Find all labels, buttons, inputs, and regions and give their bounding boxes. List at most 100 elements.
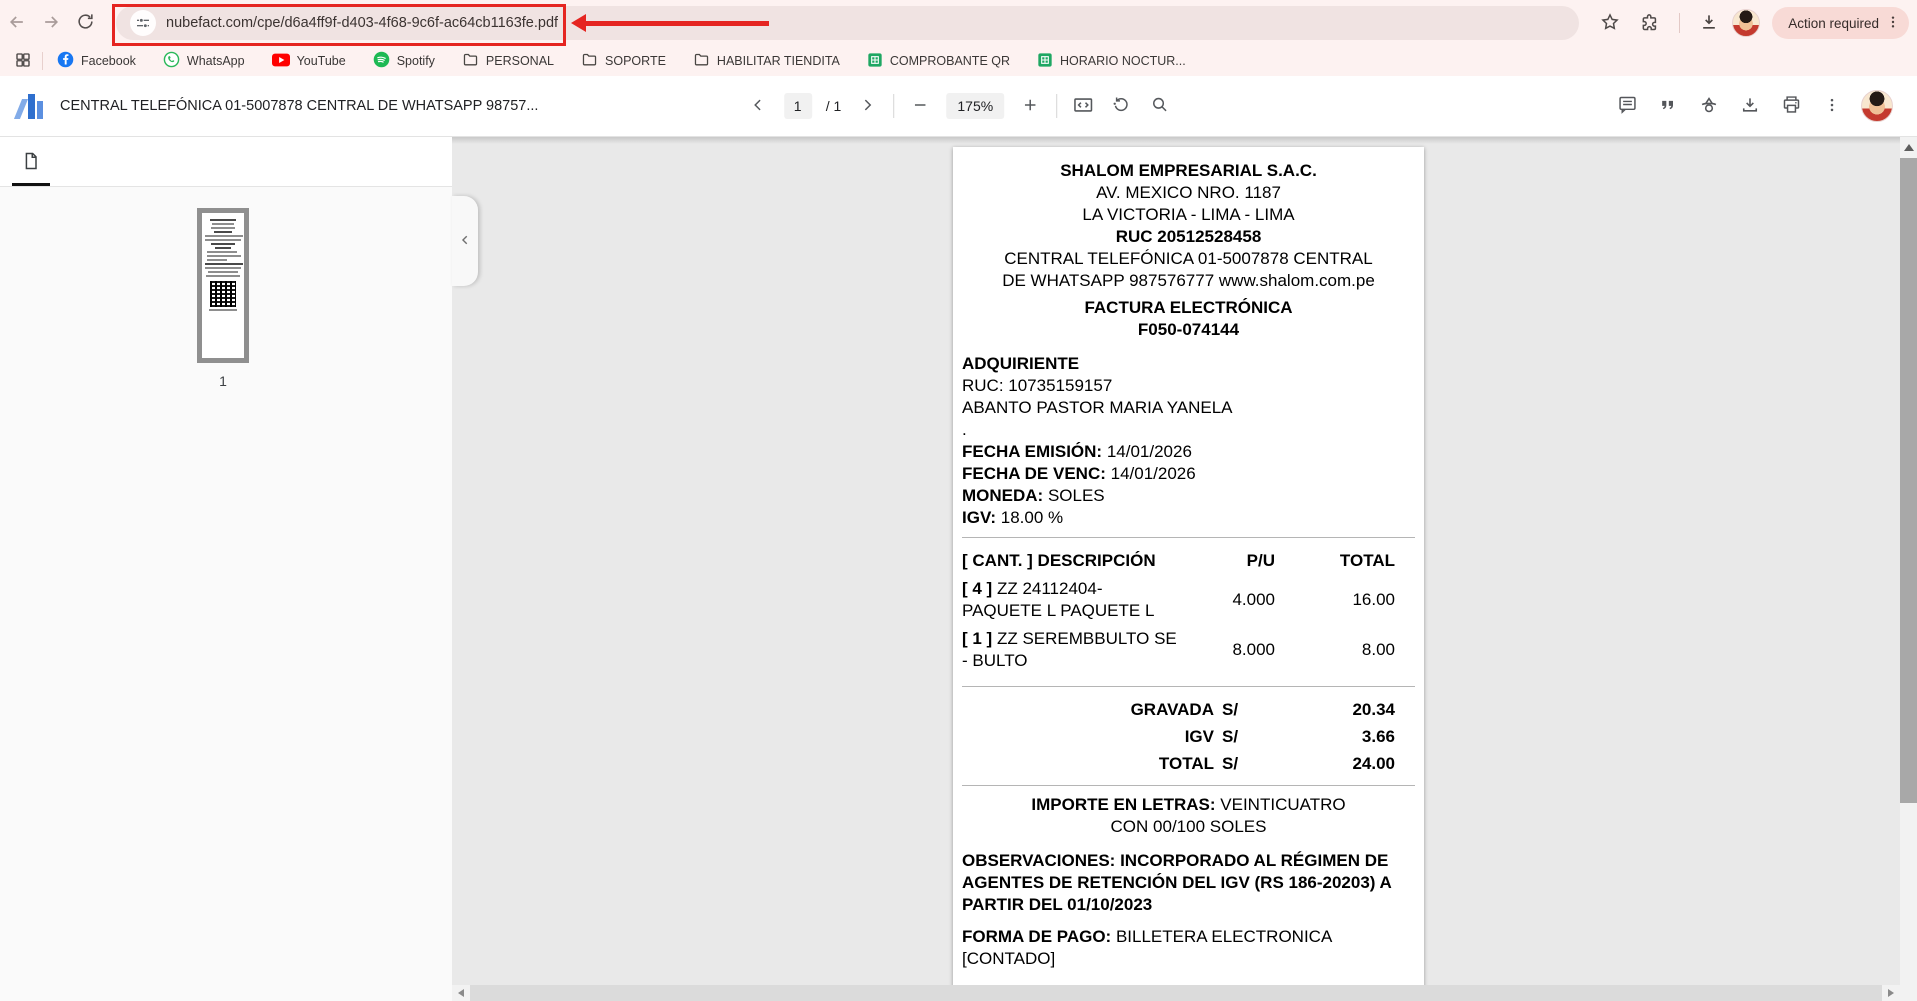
active-tab-underline <box>12 183 50 186</box>
bookmark-whatsapp[interactable]: WhatsApp <box>163 51 245 71</box>
pdf-viewer-toolbar: CENTRAL TELEFÓNICA 01-5007878 CENTRAL DE… <box>0 76 1917 137</box>
page-1-thumbnail[interactable] <box>197 208 249 363</box>
next-page-button[interactable] <box>855 94 879 118</box>
reload-button[interactable] <box>68 6 102 40</box>
downloads-button[interactable] <box>1692 6 1726 40</box>
bookmark-facebook[interactable]: Facebook <box>57 51 136 71</box>
forward-button[interactable] <box>34 6 68 40</box>
back-arrow-icon <box>7 12 27 35</box>
pdf-viewer-content: 1 SHALOM EMPRESARIAL S.A.C. AV. MEXICO N… <box>0 137 1917 1001</box>
divider <box>962 686 1415 687</box>
rotate-icon <box>1111 95 1131 118</box>
scroll-right-arrow[interactable] <box>1888 989 1894 997</box>
download-pdf-button[interactable] <box>1738 94 1762 118</box>
scroll-left-arrow[interactable] <box>458 989 464 997</box>
hat-person-icon <box>1698 94 1720 119</box>
acquirer-ruc: RUC: 10735159157 <box>962 375 1415 397</box>
amount-in-words: IMPORTE EN LETRAS: VEINTICUATRO CON 00/1… <box>1015 794 1363 838</box>
bookmark-folder-soporte[interactable]: SOPORTE <box>581 51 666 71</box>
folder-icon <box>581 51 598 71</box>
folder-icon <box>693 51 710 71</box>
more-options-button[interactable] <box>1820 94 1844 118</box>
document-page-icon <box>21 151 41 174</box>
fit-to-width-button[interactable] <box>1071 94 1095 118</box>
zoom-in-button[interactable] <box>1018 94 1042 118</box>
search-button[interactable] <box>1147 94 1171 118</box>
rotate-button[interactable] <box>1109 94 1133 118</box>
bookmark-youtube[interactable]: YouTube <box>272 53 346 70</box>
more-vert-icon[interactable] <box>1885 14 1901 33</box>
horizontal-scroll-thumb[interactable] <box>470 985 1882 1001</box>
bookmark-star-button[interactable] <box>1593 6 1627 40</box>
item-row: [ 4 ] ZZ 24112404-PAQUETE L PAQUETE L 4.… <box>962 578 1395 622</box>
chevron-left-icon <box>458 233 472 250</box>
action-required-button[interactable]: Action required <box>1772 7 1909 39</box>
vertical-scrollbar[interactable] <box>1900 137 1917 985</box>
profile-avatar[interactable] <box>1732 9 1760 37</box>
address-bar[interactable]: nubefact.com/cpe/d6a4ff9f-d403-4f68-9c6f… <box>116 6 1579 40</box>
page-number-input[interactable]: 1 <box>784 93 812 119</box>
divider <box>962 785 1415 786</box>
chevron-right-icon <box>858 96 876 117</box>
bookmark-comprobante-qr[interactable]: COMPROBANTE QR <box>867 52 1010 71</box>
apps-shortcut-button[interactable] <box>10 48 36 74</box>
field-row: FECHA EMISIÓN: 14/01/2026 <box>962 441 1415 463</box>
scroll-up-arrow[interactable] <box>1904 144 1914 151</box>
item-row: [ 1 ] ZZ SEREMBBULTO SE - BULTO 8.000 8.… <box>962 628 1395 672</box>
extensions-puzzle-icon <box>1640 12 1660 35</box>
site-settings-icon[interactable] <box>130 10 156 36</box>
qr-code-thumbnail <box>210 281 236 307</box>
divider <box>962 537 1415 538</box>
toolbar-divider <box>893 94 894 118</box>
pdf-document-title: CENTRAL TELEFÓNICA 01-5007878 CENTRAL DE… <box>60 98 538 114</box>
more-vert-icon <box>1823 96 1841 117</box>
double-quote-icon <box>1658 95 1678 118</box>
field-row: FECHA DE VENC: 14/01/2026 <box>962 463 1415 485</box>
star-icon <box>1600 12 1620 35</box>
bookmark-spotify[interactable]: Spotify <box>373 51 435 71</box>
thumbnail-page-number: 1 <box>197 373 249 389</box>
spreadsheet-icon <box>867 52 883 71</box>
previous-page-button[interactable] <box>746 94 770 118</box>
extensions-button[interactable] <box>1633 6 1667 40</box>
action-required-label: Action required <box>1788 16 1879 31</box>
company-address-2: LA VICTORIA - LIMA - LIMA <box>962 204 1415 226</box>
folder-icon <box>462 51 479 71</box>
annotations-button[interactable] <box>1615 94 1639 118</box>
download-icon <box>1740 95 1760 118</box>
annotation-note-icon <box>1617 94 1638 118</box>
bookmark-folder-habilitar-tiendita[interactable]: HABILITAR TIENDITA <box>693 51 840 71</box>
acquirer-heading: ADQUIRIENTE <box>962 354 1079 373</box>
company-address-1: AV. MEXICO NRO. 1187 <box>962 182 1415 204</box>
assistant-hat-button[interactable] <box>1697 94 1721 118</box>
sidebar-collapse-handle[interactable] <box>452 196 478 286</box>
vertical-scroll-thumb[interactable] <box>1900 158 1917 803</box>
column-header-total: TOTAL <box>1340 551 1395 570</box>
print-button[interactable] <box>1779 94 1803 118</box>
total-row: GRAVADA S/ 20.34 <box>962 699 1395 721</box>
bookmark-horario-nocturno[interactable]: HORARIO NOCTUR... <box>1037 52 1186 71</box>
totals-section: GRAVADA S/ 20.34 IGV S/ 3.66 TOTAL S/ 24… <box>962 699 1415 775</box>
thumbnails-sidebar: 1 <box>0 137 452 1001</box>
bookmark-folder-personal[interactable]: PERSONAL <box>462 51 554 71</box>
youtube-icon <box>272 53 290 70</box>
scrollbar-corner <box>1900 985 1917 1001</box>
search-icon <box>1150 95 1169 117</box>
toolbar-divider <box>1679 13 1680 33</box>
whatsapp-icon <box>163 51 180 71</box>
account-avatar[interactable] <box>1861 90 1893 122</box>
document-type: FACTURA ELECTRÓNICA <box>1084 298 1292 317</box>
sidebar-header <box>0 137 452 187</box>
company-contact-1: CENTRAL TELEFÓNICA 01-5007878 CENTRAL <box>962 248 1415 270</box>
zoom-out-button[interactable] <box>908 94 932 118</box>
thumbnails-tab[interactable] <box>12 144 50 180</box>
download-icon <box>1699 12 1719 35</box>
horizontal-scrollbar[interactable] <box>452 985 1900 1001</box>
zoom-level-value: 175% <box>946 93 1004 119</box>
quotes-button[interactable] <box>1656 94 1680 118</box>
chevron-left-icon <box>749 96 767 117</box>
back-button[interactable] <box>0 6 34 40</box>
plus-icon <box>1021 96 1039 117</box>
reload-icon <box>76 12 95 34</box>
observations: OBSERVACIONES: INCORPORADO AL RÉGIMEN DE… <box>962 850 1415 916</box>
